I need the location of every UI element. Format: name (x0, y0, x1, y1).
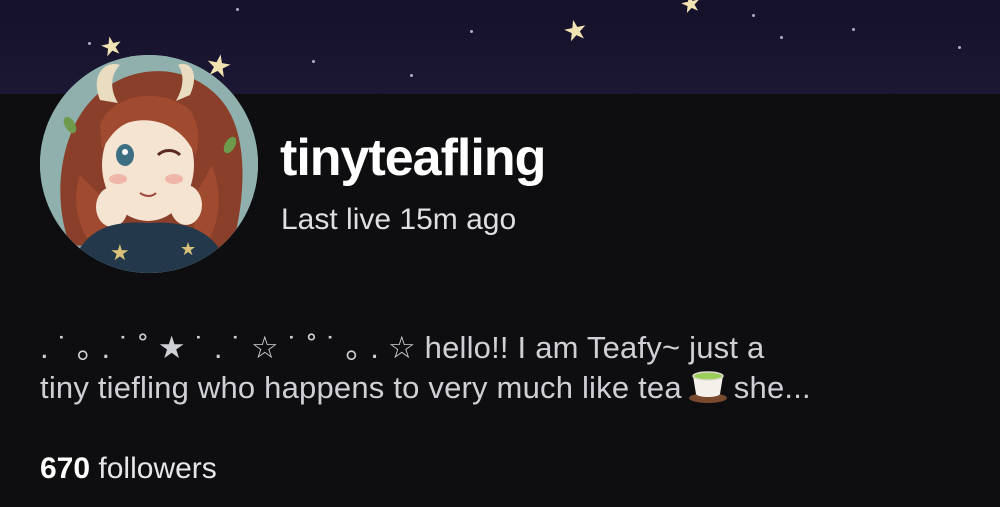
follower-count-number: 670 (40, 452, 91, 485)
last-live-status: Last live 15m ago (281, 203, 517, 236)
star-icon: ★ (559, 11, 592, 50)
banner-sparkle (958, 46, 961, 49)
bio-line-2-ellipsis: she... (733, 370, 811, 405)
bio-line-2: tiny tiefling who happens to very much l… (40, 368, 965, 414)
banner-sparkle (780, 36, 783, 39)
bio-line-1: . ˙ ｡ . ˙ ˚ ★ ˙ . ˙ ☆ ˙ ˚ ˙ ｡ . ☆ hello!… (40, 330, 765, 365)
bio-line-2-text: tiny tiefling who happens to very much l… (40, 370, 682, 405)
banner-sparkle (236, 8, 239, 11)
svg-text:★: ★ (110, 241, 130, 266)
follower-count-label: followers (98, 452, 217, 485)
svg-text:★: ★ (180, 239, 196, 260)
banner-sparkle (852, 28, 855, 31)
channel-name[interactable]: tinyteafling (280, 128, 546, 188)
star-icon: ★ (677, 0, 705, 20)
green-tea-cup-icon (688, 368, 728, 414)
banner-sparkle (470, 30, 473, 33)
banner-sparkle (410, 74, 413, 77)
avatar[interactable]: ★ ★ (40, 55, 258, 273)
banner-sparkle (752, 14, 755, 17)
follower-count[interactable]: 670 followers (40, 452, 217, 486)
banner-sparkle (312, 60, 315, 63)
banner-sparkle (88, 42, 91, 45)
avatar-illustration: ★ ★ (40, 55, 258, 273)
channel-bio: . ˙ ｡ . ˙ ˚ ★ ˙ . ˙ ☆ ˙ ˚ ˙ ｡ . ☆ hello!… (40, 328, 965, 414)
